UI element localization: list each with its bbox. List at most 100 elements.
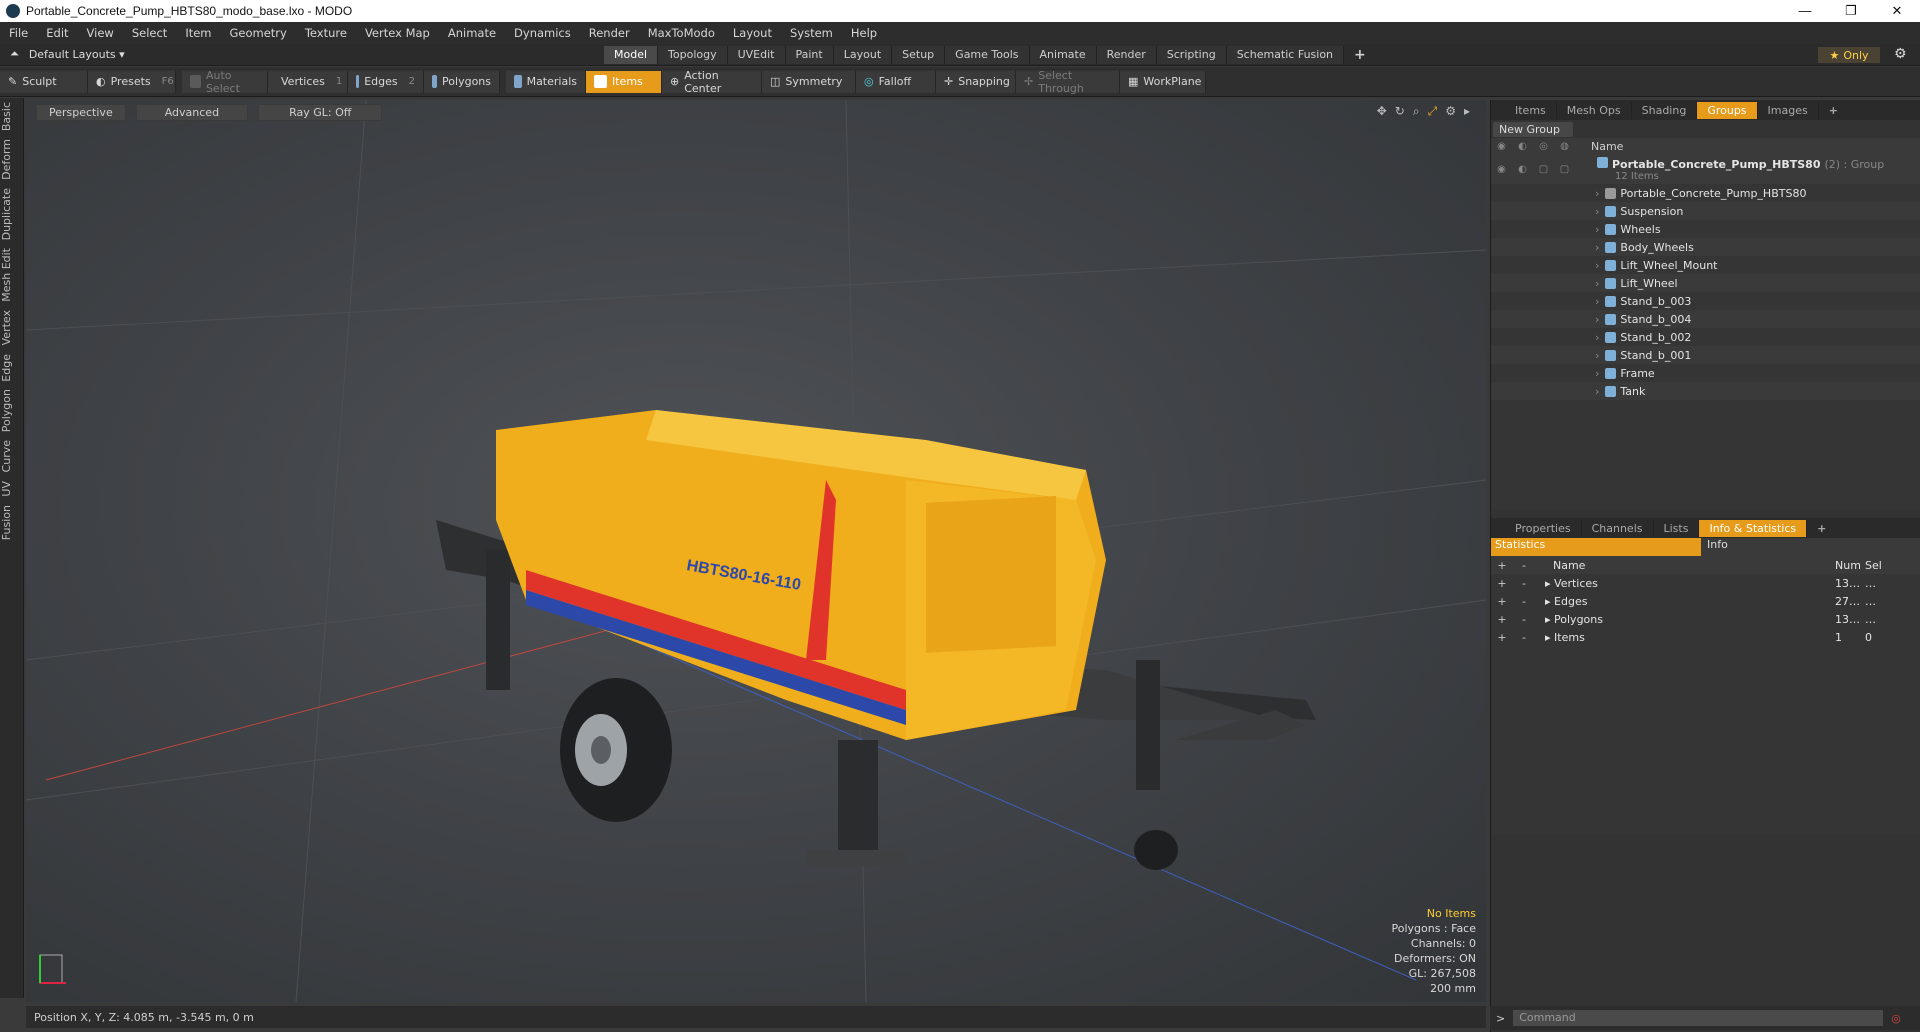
presets-button[interactable]: ◐ Presets F6 — [88, 70, 176, 93]
default-layouts-dropdown[interactable]: Default Layouts ▾ — [29, 48, 125, 61]
left-tab-curve[interactable]: Curve — [0, 436, 13, 476]
layout-tab-setup[interactable]: Setup — [892, 46, 946, 64]
info-tab-properties[interactable]: Properties — [1505, 519, 1582, 537]
menu-animate[interactable]: Animate — [439, 26, 505, 40]
left-tab-basic[interactable]: Basic — [0, 98, 13, 135]
left-tab-edge[interactable]: Edge — [0, 350, 13, 386]
menu-maxtomodo[interactable]: MaxToModo — [639, 26, 724, 40]
layout-tab-scripting[interactable]: Scripting — [1156, 46, 1227, 64]
layout-tab-render[interactable]: Render — [1096, 46, 1157, 64]
left-tab-mesh-edit[interactable]: Mesh Edit — [0, 244, 13, 306]
select-icon[interactable]: ▢ — [1554, 164, 1575, 175]
add-stat-icon[interactable]: + — [1491, 577, 1513, 590]
layout-tab-animate[interactable]: Animate — [1029, 46, 1097, 64]
eye-icon[interactable]: ◉ — [1491, 141, 1512, 152]
remove-stat-icon[interactable]: - — [1513, 613, 1535, 626]
action-center-button[interactable]: ⊕ Action Center — [662, 69, 762, 95]
add-stat-icon[interactable]: + — [1491, 631, 1513, 644]
add-stat-icon[interactable]: + — [1491, 595, 1513, 608]
group-item-row[interactable]: › Stand_b_003 — [1491, 292, 1920, 310]
left-tab-fusion[interactable]: Fusion — [0, 501, 13, 544]
menu-view[interactable]: View — [78, 26, 123, 40]
group-row[interactable]: ◉ ◐ ▢ ▢ Portable_Concrete_Pump_HBTS80 (2) : G… — [1491, 154, 1920, 184]
menu-system[interactable]: System — [781, 26, 842, 40]
select-through-button[interactable]: ✢ Select Through — [1016, 69, 1120, 95]
eye-icon[interactable]: ◉ — [1491, 164, 1512, 175]
info-tab-channels[interactable]: Channels — [1582, 519, 1654, 537]
workplane-button[interactable]: ▦ WorkPlane — [1120, 70, 1206, 93]
group-item-row[interactable]: › Portable_Concrete_Pump_HBTS80 — [1491, 184, 1920, 202]
left-tab-duplicate[interactable]: Duplicate — [0, 184, 13, 244]
vertices-button[interactable]: Vertices 1 — [268, 70, 348, 93]
expand-arrow-icon[interactable]: › — [1595, 277, 1599, 290]
lock-icon[interactable]: ◐ — [1512, 141, 1533, 152]
perspective-button[interactable]: Perspective — [36, 104, 126, 121]
auto-select-button[interactable]: Auto Select — [182, 69, 268, 95]
layout-tab-schematic-fusion[interactable]: Schematic Fusion — [1226, 46, 1345, 64]
group-item-row[interactable]: › Wheels — [1491, 220, 1920, 238]
viewport-settings-icon[interactable]: ⚙ — [1445, 104, 1456, 119]
left-tab-deform[interactable]: Deform — [0, 135, 13, 184]
group-item-row[interactable]: › Stand_b_002 — [1491, 328, 1920, 346]
stats-row[interactable]: + - ▸ Vertices 13…… — [1491, 574, 1920, 592]
remove-stat-icon[interactable]: - — [1513, 595, 1535, 608]
new-group-button[interactable]: New Group — [1493, 121, 1573, 137]
move-view-icon[interactable]: ✥ — [1377, 104, 1387, 119]
fit-view-icon[interactable]: ⤢ — [1428, 104, 1438, 119]
stats-row[interactable]: + - ▸ Polygons 13…… — [1491, 610, 1920, 628]
render-icon[interactable]: ◎ — [1533, 141, 1554, 152]
info-tab-info-statistics[interactable]: Info & Statistics — [1699, 519, 1808, 537]
lock-icon[interactable]: ◐ — [1512, 164, 1533, 175]
3d-viewport[interactable]: HBTS80-16-110 Perspective Advanced Ray G… — [26, 100, 1486, 1002]
group-item-row[interactable]: › Stand_b_004 — [1491, 310, 1920, 328]
raygl-button[interactable]: Ray GL: Off — [258, 104, 383, 121]
panel-tab-images[interactable]: Images — [1758, 101, 1819, 119]
expand-triangle-icon[interactable]: ▸ — [1545, 595, 1554, 608]
menu-help[interactable]: Help — [842, 26, 886, 40]
group-item-row[interactable]: › Body_Wheels — [1491, 238, 1920, 256]
collapse-all-icon[interactable]: - — [1513, 559, 1535, 572]
add-stat-icon[interactable]: + — [1491, 613, 1513, 626]
layout-tab-paint[interactable]: Paint — [785, 46, 834, 64]
command-record-icon[interactable]: ◎ — [1891, 1012, 1901, 1025]
menu-layout[interactable]: Layout — [724, 26, 781, 40]
menu-texture[interactable]: Texture — [296, 26, 356, 40]
edges-button[interactable]: Edges 2 — [348, 70, 424, 93]
menu-dynamics[interactable]: Dynamics — [505, 26, 580, 40]
panel-tab-mesh-ops[interactable]: Mesh Ops — [1557, 101, 1632, 119]
layout-tab-uvedit[interactable]: UVEdit — [727, 46, 786, 64]
panel-tab-shading[interactable]: Shading — [1632, 101, 1698, 119]
viewport-arrow-icon[interactable]: ▸ — [1464, 104, 1470, 119]
select-icon[interactable]: ◍ — [1554, 141, 1575, 152]
expand-arrow-icon[interactable]: › — [1595, 349, 1599, 362]
advanced-button[interactable]: Advanced — [135, 104, 249, 121]
expand-arrow-icon[interactable]: › — [1595, 187, 1599, 200]
info-tab-lists[interactable]: Lists — [1654, 519, 1700, 537]
minimize-button[interactable]: — — [1782, 3, 1828, 19]
menu-file[interactable]: File — [0, 26, 37, 40]
add-info-tab-icon[interactable]: + — [1807, 520, 1836, 537]
layout-selector[interactable]: ⏶ Default Layouts ▾ — [10, 47, 125, 61]
items-button[interactable]: Items — [586, 70, 662, 93]
layout-tab-topology[interactable]: Topology — [658, 46, 728, 64]
materials-button[interactable]: Materials — [506, 70, 586, 93]
remove-stat-icon[interactable]: - — [1513, 577, 1535, 590]
stats-row[interactable]: + - ▸ Items 1 0 — [1491, 628, 1920, 646]
group-item-row[interactable]: › Frame — [1491, 364, 1920, 382]
group-item-row[interactable]: › Lift_Wheel_Mount — [1491, 256, 1920, 274]
menu-vertex-map[interactable]: Vertex Map — [356, 26, 439, 40]
zoom-view-icon[interactable]: ⌕ — [1413, 104, 1420, 119]
gear-icon[interactable]: ⚙ — [1894, 46, 1907, 62]
only-button[interactable]: ★ Only — [1818, 47, 1880, 63]
remove-stat-icon[interactable]: - — [1513, 631, 1535, 644]
left-tab-vertex[interactable]: Vertex — [0, 306, 13, 349]
expand-arrow-icon[interactable]: › — [1595, 331, 1599, 344]
close-button[interactable]: ✕ — [1874, 3, 1920, 19]
sculpt-button[interactable]: ✎ Sculpt — [0, 70, 88, 93]
expand-arrow-icon[interactable]: › — [1595, 241, 1599, 254]
info-tab[interactable]: Info — [1701, 538, 1920, 556]
command-input[interactable]: Command — [1513, 1010, 1884, 1026]
menu-edit[interactable]: Edit — [37, 26, 77, 40]
menu-render[interactable]: Render — [580, 26, 639, 40]
statistics-tab[interactable]: Statistics — [1491, 538, 1701, 556]
